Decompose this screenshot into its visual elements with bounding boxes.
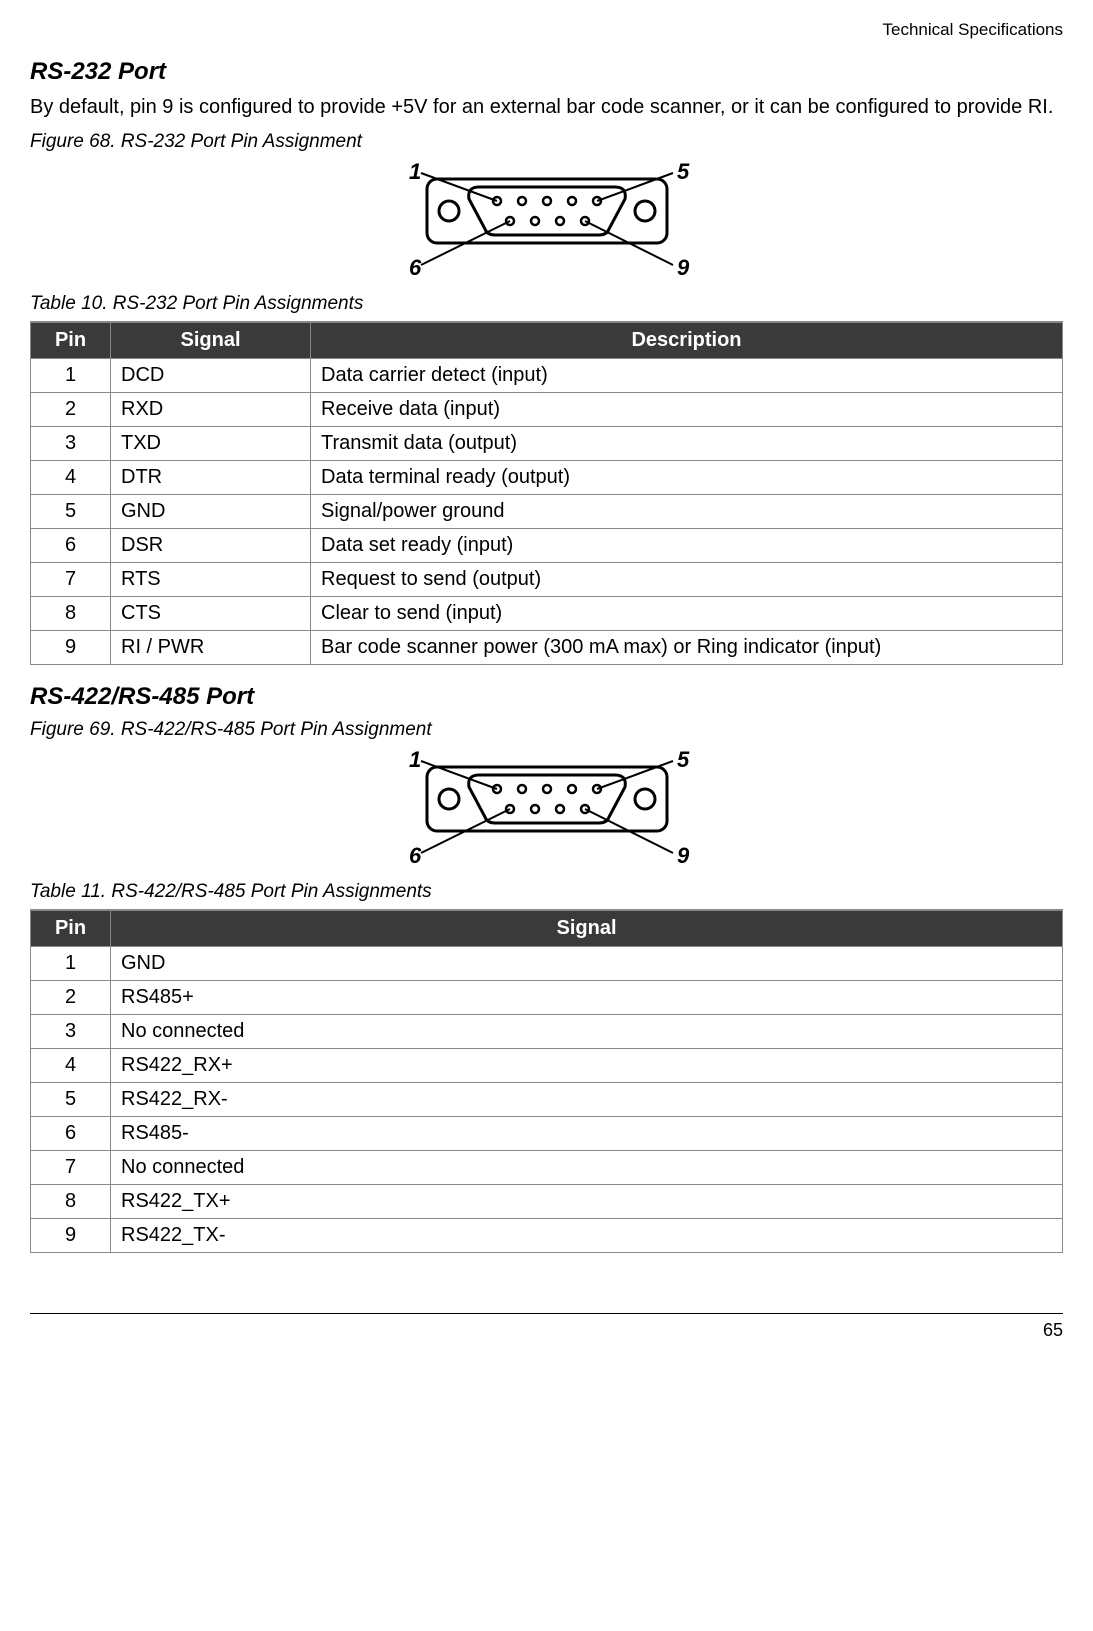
rs422-pin-table: Pin Signal 1GND2RS485+3No connected4RS42… bbox=[30, 909, 1063, 1253]
pin-cell: 5 bbox=[31, 495, 111, 529]
table-row: 6RS485- bbox=[31, 1117, 1063, 1151]
section-title-rs422: RS-422/RS-485 Port bbox=[30, 683, 1063, 711]
table-row: 6DSRData set ready (input) bbox=[31, 529, 1063, 563]
pin-label-9: 9 bbox=[677, 255, 690, 279]
signal-cell: GND bbox=[111, 947, 1063, 981]
table-row: 7RTSRequest to send (output) bbox=[31, 563, 1063, 597]
pin-cell: 2 bbox=[31, 393, 111, 427]
pin-label-5b: 5 bbox=[677, 747, 690, 772]
table11-header-pin: Pin bbox=[31, 910, 111, 947]
table-row: 8RS422_TX+ bbox=[31, 1185, 1063, 1219]
pin-label-6: 6 bbox=[409, 255, 422, 279]
desc-cell: Clear to send (input) bbox=[311, 597, 1063, 631]
pin-cell: 4 bbox=[31, 1049, 111, 1083]
table-row: 4RS422_RX+ bbox=[31, 1049, 1063, 1083]
desc-cell: Data terminal ready (output) bbox=[311, 461, 1063, 495]
table-row: 5GNDSignal/power ground bbox=[31, 495, 1063, 529]
pin-cell: 3 bbox=[31, 1015, 111, 1049]
signal-cell: CTS bbox=[111, 597, 311, 631]
pin-label-9b: 9 bbox=[677, 843, 690, 867]
desc-cell: Data carrier detect (input) bbox=[311, 359, 1063, 393]
pin-cell: 5 bbox=[31, 1083, 111, 1117]
table10-header-signal: Signal bbox=[111, 322, 311, 359]
figure69-caption: Figure 69. RS-422/RS-485 Port Pin Assign… bbox=[30, 719, 1063, 741]
page-number: 65 bbox=[1043, 1320, 1063, 1340]
table10-header-pin: Pin bbox=[31, 322, 111, 359]
desc-cell: Signal/power ground bbox=[311, 495, 1063, 529]
table-row: 3No connected bbox=[31, 1015, 1063, 1049]
pin-cell: 4 bbox=[31, 461, 111, 495]
running-header: Technical Specifications bbox=[30, 20, 1063, 40]
signal-cell: GND bbox=[111, 495, 311, 529]
signal-cell: RS422_RX- bbox=[111, 1083, 1063, 1117]
table-row: 1GND bbox=[31, 947, 1063, 981]
table-row: 8CTSClear to send (input) bbox=[31, 597, 1063, 631]
rs232-pin-table: Pin Signal Description 1DCDData carrier … bbox=[30, 321, 1063, 665]
section-title-rs232: RS-232 Port bbox=[30, 58, 1063, 86]
table-row: 4DTRData terminal ready (output) bbox=[31, 461, 1063, 495]
table-row: 7No connected bbox=[31, 1151, 1063, 1185]
table-row: 1DCDData carrier detect (input) bbox=[31, 359, 1063, 393]
pin-cell: 1 bbox=[31, 947, 111, 981]
signal-cell: DSR bbox=[111, 529, 311, 563]
pin-cell: 9 bbox=[31, 631, 111, 665]
signal-cell: RS485- bbox=[111, 1117, 1063, 1151]
desc-cell: Bar code scanner power (300 mA max) or R… bbox=[311, 631, 1063, 665]
desc-cell: Request to send (output) bbox=[311, 563, 1063, 597]
signal-cell: No connected bbox=[111, 1015, 1063, 1049]
desc-cell: Transmit data (output) bbox=[311, 427, 1063, 461]
signal-cell: RS422_TX+ bbox=[111, 1185, 1063, 1219]
pin-cell: 8 bbox=[31, 597, 111, 631]
desc-cell: Data set ready (input) bbox=[311, 529, 1063, 563]
signal-cell: TXD bbox=[111, 427, 311, 461]
db9-connector-figure-1: 1 5 6 9 bbox=[377, 159, 717, 279]
section1-paragraph: By default, pin 9 is configured to provi… bbox=[30, 94, 1063, 121]
pin-cell: 8 bbox=[31, 1185, 111, 1219]
table11-header-signal: Signal bbox=[111, 910, 1063, 947]
table11-caption: Table 11. RS-422/RS-485 Port Pin Assignm… bbox=[30, 881, 1063, 903]
table10-header-desc: Description bbox=[311, 322, 1063, 359]
pin-label-1: 1 bbox=[409, 159, 421, 184]
pin-cell: 2 bbox=[31, 981, 111, 1015]
page-content: Technical Specifications RS-232 Port By … bbox=[0, 0, 1093, 1361]
pin-cell: 6 bbox=[31, 1117, 111, 1151]
table-row: 2RS485+ bbox=[31, 981, 1063, 1015]
signal-cell: No connected bbox=[111, 1151, 1063, 1185]
pin-cell: 6 bbox=[31, 529, 111, 563]
signal-cell: RXD bbox=[111, 393, 311, 427]
table-row: 9RS422_TX- bbox=[31, 1219, 1063, 1253]
pin-cell: 9 bbox=[31, 1219, 111, 1253]
table10-caption: Table 10. RS-232 Port Pin Assignments bbox=[30, 293, 1063, 315]
signal-cell: DTR bbox=[111, 461, 311, 495]
figure68-caption: Figure 68. RS-232 Port Pin Assignment bbox=[30, 131, 1063, 153]
pin-cell: 7 bbox=[31, 1151, 111, 1185]
pin-label-1b: 1 bbox=[409, 747, 421, 772]
pin-label-6b: 6 bbox=[409, 843, 422, 867]
table-row: 2RXDReceive data (input) bbox=[31, 393, 1063, 427]
pin-label-5: 5 bbox=[677, 159, 690, 184]
signal-cell: RS485+ bbox=[111, 981, 1063, 1015]
signal-cell: RI / PWR bbox=[111, 631, 311, 665]
signal-cell: RS422_TX- bbox=[111, 1219, 1063, 1253]
page-footer: 65 bbox=[30, 1313, 1063, 1341]
table-row: 5RS422_RX- bbox=[31, 1083, 1063, 1117]
pin-cell: 3 bbox=[31, 427, 111, 461]
pin-cell: 1 bbox=[31, 359, 111, 393]
signal-cell: RS422_RX+ bbox=[111, 1049, 1063, 1083]
pin-cell: 7 bbox=[31, 563, 111, 597]
db9-connector-figure-2: 1 5 6 9 bbox=[377, 747, 717, 867]
desc-cell: Receive data (input) bbox=[311, 393, 1063, 427]
table-row: 3TXDTransmit data (output) bbox=[31, 427, 1063, 461]
signal-cell: DCD bbox=[111, 359, 311, 393]
signal-cell: RTS bbox=[111, 563, 311, 597]
table-row: 9RI / PWRBar code scanner power (300 mA … bbox=[31, 631, 1063, 665]
